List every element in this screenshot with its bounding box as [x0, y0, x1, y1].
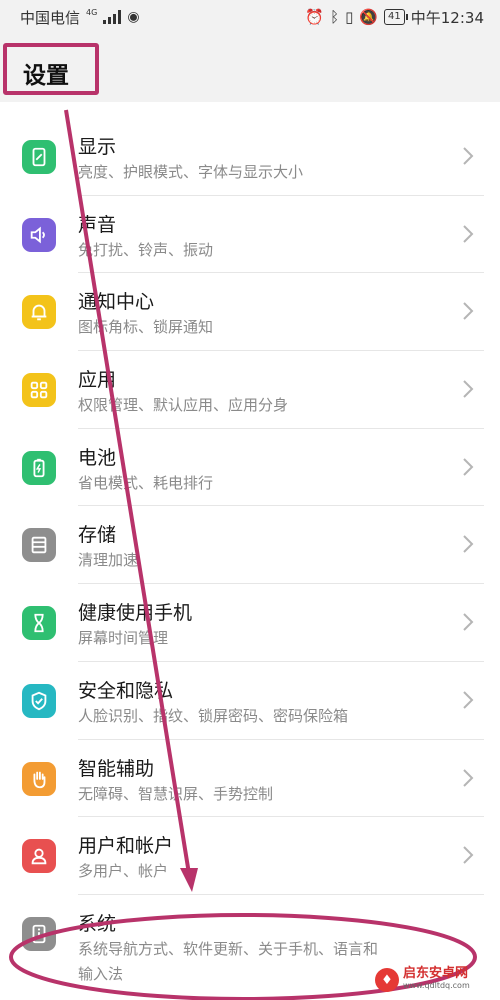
storage-icon [22, 528, 56, 563]
hourglass-icon [22, 606, 56, 641]
mute-icon: 🔕 [359, 8, 379, 26]
settings-item-subtitle: 亮度、护眼模式、字体与显示大小 [78, 163, 304, 181]
sound-icon [22, 217, 56, 252]
chevron-right-icon [463, 302, 474, 321]
settings-item-title: 用户和帐户 [78, 835, 174, 858]
settings-item-subtitle: 省电模式、耗电排行 [78, 473, 214, 492]
settings-list: 显示亮度、护眼模式、字体与显示大小声音免打扰、铃声、振动通知中心图标角标、锁屏通… [0, 118, 500, 983]
display-icon [22, 140, 56, 174]
chevron-right-icon [463, 147, 474, 165]
settings-item-subtitle: 清理加速 [78, 551, 139, 570]
settings-item-subtitle: 图标角标、锁屏通知 [78, 318, 214, 337]
alarm-icon: ⏰ [305, 8, 325, 26]
chevron-right-icon [463, 380, 474, 398]
carrier-label: 中国电信 [20, 8, 81, 27]
settings-item-title: 通知中心 [78, 291, 155, 314]
chevron-right-icon [463, 613, 474, 631]
settings-item-bell[interactable]: 通知中心图标角标、锁屏通知 [0, 273, 500, 352]
watermark-text: 启东安卓网 [403, 966, 469, 981]
network-type: 4G [86, 8, 98, 17]
vibrate-icon: ▯ [345, 8, 354, 26]
status-bar: 中国电信 4G ◉ ⏰ ᛒ ▯ 🔕 41 中午12:34 [0, 0, 500, 34]
settings-item-subtitle: 系统导航方式、软件更新、关于手机、语言和 [78, 939, 379, 958]
settings-item-title: 智能辅助 [78, 757, 155, 780]
settings-item-storage[interactable]: 存储 清理加速 [0, 506, 500, 585]
settings-item-sound[interactable]: 声音免打扰、铃声、振动 [0, 196, 500, 274]
shield-icon [22, 683, 56, 718]
hand-icon [22, 761, 56, 796]
chevron-right-icon [463, 768, 474, 787]
settings-item-display[interactable]: 显示亮度、护眼模式、字体与显示大小 [0, 118, 500, 196]
bell-icon [22, 295, 56, 330]
settings-item-title: 声音 [78, 213, 117, 236]
wifi-icon: ◉ [127, 9, 140, 25]
chevron-right-icon [463, 458, 474, 476]
settings-item-subtitle: 权限管理、默认应用、应用分身 [78, 396, 289, 415]
settings-item-subtitle-line2: 输入法 [78, 964, 124, 983]
title-highlight-box [3, 43, 99, 95]
settings-item-title: 显示 [78, 136, 117, 158]
watermark-url: www.qdltdq.com [403, 981, 470, 990]
settings-item-subtitle: 屏幕时间管理 [78, 629, 169, 648]
bluetooth-icon: ᛒ [330, 8, 340, 26]
settings-item-title: 安全和隐私 [78, 679, 174, 702]
settings-item-hourglass[interactable]: 健康使用手机屏幕时间管理 [0, 584, 500, 662]
battery-icon [22, 450, 56, 485]
settings-item-title: 系统 [78, 912, 117, 935]
watermark-logo-icon: ♦ [375, 968, 399, 992]
user-icon [22, 839, 56, 874]
apps-icon [22, 373, 56, 408]
signal-icon [103, 10, 122, 24]
settings-item-title: 健康使用手机 [78, 602, 193, 625]
watermark: ♦ 启东安卓网 www.qdltdq.com [375, 966, 470, 992]
settings-item-subtitle: 多用户、帐户 [78, 862, 169, 881]
settings-item-user[interactable]: 用户和帐户多用户、帐户 [0, 817, 500, 895]
settings-item-apps[interactable]: 应用权限管理、默认应用、应用分身 [0, 351, 500, 429]
chevron-right-icon [463, 691, 474, 709]
settings-item-shield[interactable]: 安全和隐私人脸识别、指纹、锁屏密码、密码保险箱 [0, 662, 500, 740]
battery-indicator: 41 [384, 9, 408, 25]
settings-item-subtitle: 无障碍、智慧识屏、手势控制 [78, 784, 274, 803]
chevron-right-icon [463, 846, 474, 864]
chevron-right-icon [463, 224, 474, 243]
settings-item-subtitle: 人脸识别、指纹、锁屏密码、密码保险箱 [78, 706, 349, 725]
settings-item-title: 存储 [78, 524, 117, 547]
info-icon [22, 916, 56, 951]
settings-item-hand[interactable]: 智能辅助无障碍、智慧识屏、手势控制 [0, 740, 500, 818]
clock: 中午12:34 [410, 8, 484, 27]
settings-item-title: 应用 [78, 369, 117, 392]
settings-item-info[interactable]: 系统系统导航方式、软件更新、关于手机、语言和 输入法 [0, 895, 500, 983]
settings-item-subtitle: 免打扰、铃声、振动 [78, 240, 214, 259]
chevron-right-icon [463, 535, 474, 554]
settings-item-title: 电池 [78, 446, 117, 469]
settings-item-battery[interactable]: 电池省电模式、耗电排行 [0, 429, 500, 507]
